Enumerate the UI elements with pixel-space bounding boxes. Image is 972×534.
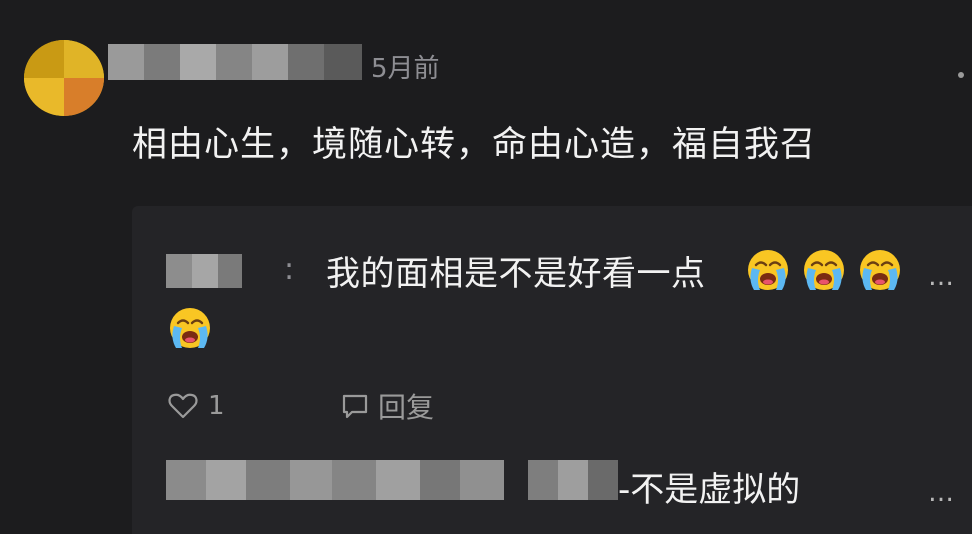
loudly-crying-face-icon	[804, 250, 844, 290]
like-button[interactable]: 1	[168, 388, 225, 424]
sub-reply-target-redacted[interactable]	[528, 460, 618, 500]
sub-reply-username-redacted[interactable]	[166, 460, 504, 500]
sub-reply-more-icon[interactable]: …	[928, 478, 956, 508]
reply-text: 我的面相是不是好看一点	[326, 254, 706, 294]
loudly-crying-face-icon	[170, 308, 210, 348]
heart-icon	[168, 393, 198, 419]
username-redacted[interactable]	[108, 44, 362, 80]
reply-label: 回复	[378, 391, 435, 424]
comment-text: 相由心生，境随心转，命由心造，福自我召	[132, 125, 817, 165]
loudly-crying-face-icon	[748, 250, 788, 290]
sub-reply-text: -不是虚拟的	[618, 470, 801, 510]
comment-bubble-icon	[342, 394, 368, 419]
reply-button[interactable]: 回复	[340, 388, 434, 424]
comment-time: 5月前	[371, 54, 440, 84]
reply-separator: :	[284, 252, 295, 287]
like-count: 1	[208, 391, 225, 421]
user-avatar[interactable]	[24, 40, 104, 116]
reply-more-icon[interactable]: …	[928, 262, 956, 292]
reply-username-redacted[interactable]	[166, 254, 242, 288]
loudly-crying-face-icon	[860, 250, 900, 290]
comment-thread: 5月前 相由心生，境随心转，命由心造，福自我召 : 我的面相是不是好看一点 … …	[0, 0, 972, 534]
more-options-icon[interactable]	[958, 72, 964, 78]
